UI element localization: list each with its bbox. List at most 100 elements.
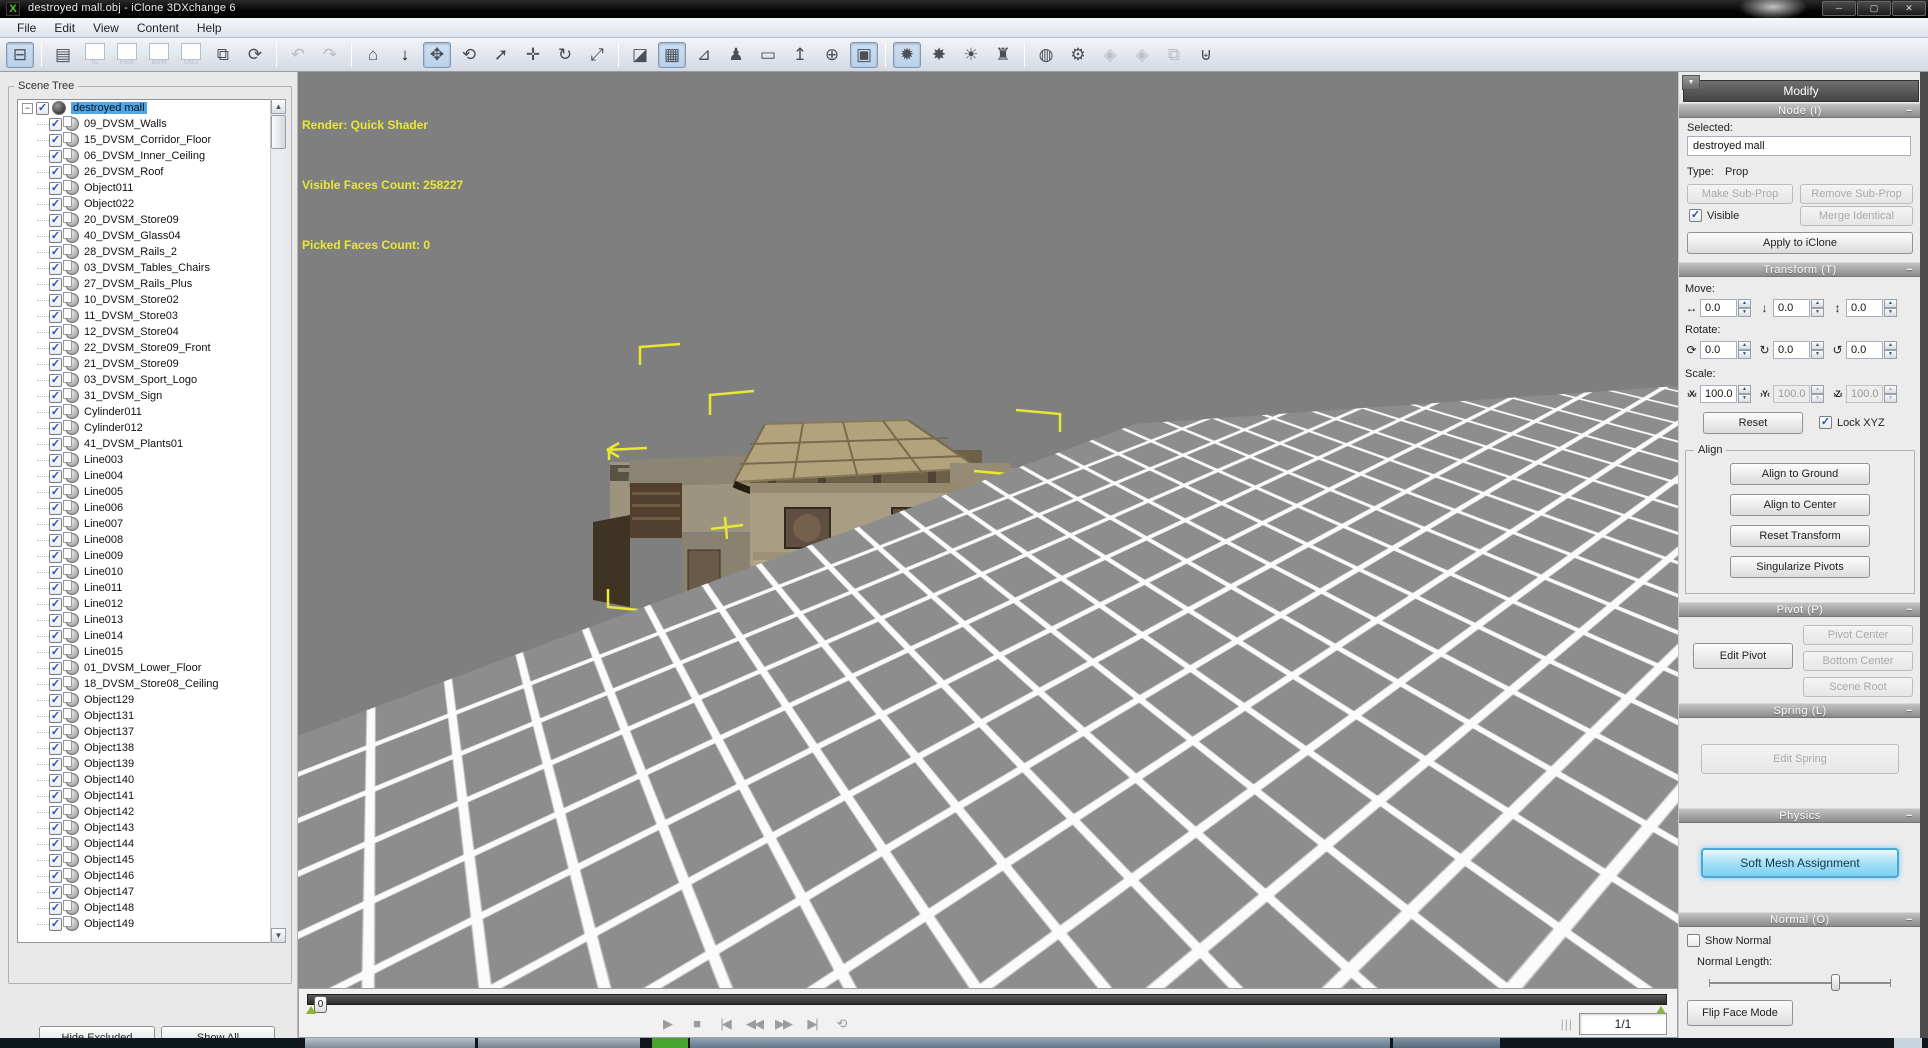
material-sphere-button-icon[interactable]: ◍ bbox=[1032, 42, 1060, 68]
play-icon[interactable]: ▶ bbox=[659, 1015, 675, 1033]
visibility-checkbox[interactable]: ✓ bbox=[49, 533, 62, 547]
tree-item-label[interactable]: Line004 bbox=[84, 470, 123, 482]
visibility-checkbox[interactable]: ✓ bbox=[49, 133, 62, 147]
scene-tree-toggle-icon[interactable]: ⊟ bbox=[6, 41, 34, 68]
scene-tree-scrollbar[interactable]: ▲ ▼ bbox=[270, 99, 286, 943]
scroll-down-icon[interactable]: ▼ bbox=[271, 928, 286, 943]
visibility-checkbox[interactable]: ✓ bbox=[49, 773, 62, 787]
frame-grip-icon[interactable]: ||| bbox=[1561, 1017, 1573, 1031]
tree-item[interactable]: ✓ Line011 bbox=[18, 580, 284, 596]
visibility-checkbox[interactable]: ✓ bbox=[49, 613, 62, 627]
collapse-icon[interactable]: − bbox=[1906, 704, 1913, 718]
tree-item-label[interactable]: Object141 bbox=[84, 790, 134, 802]
tree-item-label[interactable]: Object137 bbox=[84, 726, 134, 738]
tree-item-label[interactable]: 31_DVSM_Sign bbox=[84, 390, 162, 402]
tree-item-label[interactable]: 10_DVSM_Store02 bbox=[84, 294, 179, 306]
tree-item[interactable]: ✓ Object148 bbox=[18, 900, 284, 916]
tree-item[interactable]: ✓ Object146 bbox=[18, 868, 284, 884]
tree-item[interactable]: ✓ Line008 bbox=[18, 532, 284, 548]
visibility-checkbox[interactable]: ✓ bbox=[49, 197, 62, 211]
visibility-checkbox[interactable]: ✓ bbox=[49, 757, 62, 771]
tree-item-label[interactable]: 03_DVSM_Sport_Logo bbox=[84, 374, 197, 386]
visibility-checkbox[interactable]: ✓ bbox=[49, 213, 62, 227]
visibility-checkbox[interactable]: ✓ bbox=[49, 245, 62, 259]
tree-item-label[interactable]: 11_DVSM_Store03 bbox=[84, 310, 178, 322]
taskbar-button[interactable] bbox=[1393, 1038, 1500, 1048]
visibility-checkbox[interactable]: ✓ bbox=[49, 677, 62, 691]
pan-camera-tool-icon[interactable]: ✥ bbox=[423, 41, 451, 68]
tree-item[interactable]: ✓ Object149 bbox=[18, 916, 284, 932]
tree-item[interactable]: ✓ Object143 bbox=[18, 820, 284, 836]
expand-icon[interactable]: − bbox=[22, 102, 33, 114]
visible-checkbox[interactable]: ✓ bbox=[1689, 209, 1702, 222]
visibility-checkbox[interactable]: ✓ bbox=[49, 149, 62, 163]
tree-item[interactable]: ✓ 21_DVSM_Store09 bbox=[18, 356, 284, 372]
spinner-arrows[interactable]: ▲ ▼ bbox=[1738, 341, 1751, 359]
visibility-checkbox[interactable]: ✓ bbox=[49, 885, 62, 899]
menu-file[interactable]: File bbox=[8, 19, 45, 37]
move-x-field[interactable]: 0.0 bbox=[1700, 299, 1737, 317]
spinner-arrows[interactable]: ▲ ▼ bbox=[1811, 341, 1824, 359]
show-normal-checkbox[interactable] bbox=[1687, 934, 1700, 947]
tree-item[interactable]: ✓ Line006 bbox=[18, 500, 284, 516]
visibility-checkbox[interactable]: ✓ bbox=[49, 917, 62, 931]
camera-home-button-icon[interactable]: ⌂ bbox=[359, 42, 387, 68]
tree-item-label[interactable]: 18_DVSM_Store08_Ceiling bbox=[84, 678, 219, 690]
tree-item[interactable]: ✓ Line004 bbox=[18, 468, 284, 484]
tree-item[interactable]: ✓ 03_DVSM_Tables_Chairs bbox=[18, 260, 284, 276]
tree-item[interactable]: ✓ Object141 bbox=[18, 788, 284, 804]
visibility-checkbox[interactable]: ✓ bbox=[49, 853, 62, 867]
tree-item[interactable]: ✓ Line015 bbox=[18, 644, 284, 660]
tree-item[interactable]: ✓ 26_DVSM_Roof bbox=[18, 164, 284, 180]
panel-menu-icon[interactable]: ▼ bbox=[1682, 75, 1700, 90]
section-header-normal[interactable]: Normal (O) − bbox=[1679, 912, 1921, 927]
tree-item-label[interactable]: destroyed mall bbox=[71, 102, 147, 114]
tree-item[interactable]: ✓ Object138 bbox=[18, 740, 284, 756]
tree-item-label[interactable]: Line012 bbox=[84, 598, 123, 610]
taskbar-button[interactable] bbox=[478, 1038, 640, 1048]
tree-item-label[interactable]: 12_DVSM_Store04 bbox=[84, 326, 179, 338]
tree-item-label[interactable]: Object149 bbox=[84, 918, 134, 930]
visibility-checkbox[interactable]: ✓ bbox=[49, 501, 62, 515]
timeline-track[interactable]: 0 bbox=[307, 994, 1667, 1013]
tree-item[interactable]: ✓ 31_DVSM_Sign bbox=[18, 388, 284, 404]
tree-item-label[interactable]: Object011 bbox=[84, 182, 133, 194]
tree-item[interactable]: ✓ 41_DVSM_Plants01 bbox=[18, 436, 284, 452]
stop-icon[interactable]: ■ bbox=[688, 1015, 704, 1033]
visibility-checkbox[interactable]: ✓ bbox=[49, 261, 62, 275]
visibility-checkbox[interactable]: ✓ bbox=[49, 565, 62, 579]
apply-to-iclone-button[interactable]: Apply to iClone bbox=[1687, 232, 1913, 254]
spinner-arrows[interactable]: ▲ ▼ bbox=[1738, 385, 1751, 403]
tree-item[interactable]: ✓ 11_DVSM_Store03 bbox=[18, 308, 284, 324]
tree-item-label[interactable]: Line013 bbox=[84, 614, 123, 626]
tree-item-label[interactable]: 20_DVSM_Store09 bbox=[84, 214, 179, 226]
tree-item-label[interactable]: 22_DVSM_Store09_Front bbox=[84, 342, 211, 354]
tree-item[interactable]: ✓ 01_DVSM_Lower_Floor bbox=[18, 660, 284, 676]
visibility-checkbox[interactable]: ✓ bbox=[49, 693, 62, 707]
scene-tree-list[interactable]: − ✓ destroyed mall ✓ 09_DVSM_Walls ✓ 15_DVSM_C… bbox=[17, 99, 285, 943]
restore-button[interactable]: ▢ bbox=[1857, 1, 1891, 16]
tree-item-label[interactable]: Line006 bbox=[84, 502, 123, 514]
tree-item-label[interactable]: 01_DVSM_Lower_Floor bbox=[84, 662, 201, 674]
go-to-end-icon[interactable]: ▶| bbox=[804, 1015, 820, 1033]
tree-item-label[interactable]: 40_DVSM_Glass04 bbox=[84, 230, 181, 242]
tree-item-label[interactable]: 15_DVSM_Corridor_Floor bbox=[84, 134, 211, 146]
tree-item[interactable]: ✓ Line010 bbox=[18, 564, 284, 580]
tree-item-label[interactable]: Object139 bbox=[84, 758, 134, 770]
visibility-checkbox[interactable]: ✓ bbox=[49, 405, 62, 419]
menu-view[interactable]: View bbox=[84, 19, 128, 37]
tree-item[interactable]: ✓ 22_DVSM_Store09_Front bbox=[18, 340, 284, 356]
tree-item[interactable]: ✓ Object142 bbox=[18, 804, 284, 820]
tree-item-label[interactable]: Object138 bbox=[84, 742, 134, 754]
menu-edit[interactable]: Edit bbox=[45, 19, 84, 37]
visibility-checkbox[interactable]: ✓ bbox=[49, 181, 62, 195]
tree-item[interactable]: ✓ Cylinder012 bbox=[18, 420, 284, 436]
tree-item-label[interactable]: Line010 bbox=[84, 566, 123, 578]
tree-item[interactable]: ✓ Object137 bbox=[18, 724, 284, 740]
tree-item[interactable]: ✓ Object011 bbox=[18, 180, 284, 196]
minimize-button[interactable]: ─ bbox=[1822, 1, 1856, 16]
tree-item-label[interactable]: 21_DVSM_Store09 bbox=[84, 358, 179, 370]
visibility-checkbox[interactable]: ✓ bbox=[49, 837, 62, 851]
tree-item-label[interactable]: Cylinder011 bbox=[84, 406, 142, 418]
move-z-field[interactable]: 0.0 bbox=[1846, 299, 1883, 317]
